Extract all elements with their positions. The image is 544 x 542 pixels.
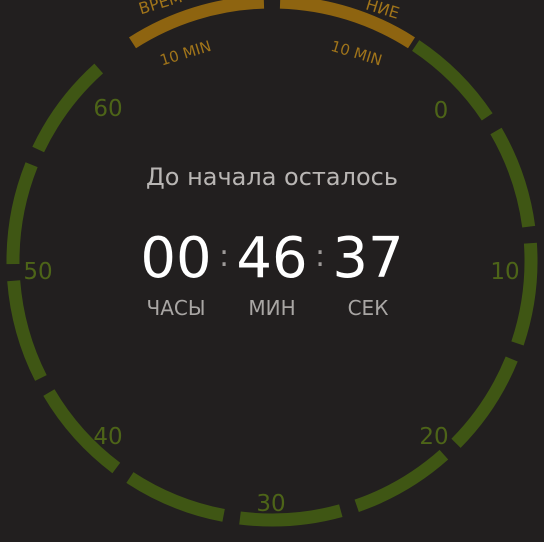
- left-window-duration: 10 MIN: [158, 37, 213, 70]
- countdown-headline: До начала осталось: [146, 163, 398, 191]
- dial-segment-10: [32, 63, 104, 153]
- minute-label-40: 40: [93, 424, 122, 450]
- minutes-label: МИН: [248, 296, 296, 320]
- minute-label-20: 20: [419, 424, 448, 450]
- minute-label-0: 0: [434, 98, 449, 124]
- time-separator: :: [314, 238, 326, 274]
- dial-segment-0: [412, 40, 493, 121]
- hours-value: 00: [140, 226, 212, 291]
- minute-label-60: 60: [93, 96, 122, 122]
- minute-label-30: 30: [256, 491, 285, 517]
- right-window-duration: 10 MIN: [329, 37, 384, 70]
- timer-unit-labels: ЧАСЫ МИН СЕК: [0, 296, 544, 320]
- time-window-labels: ВРЕМ 10 MIN НИЕ 10 MIN: [136, 0, 401, 69]
- time-separator: :: [218, 238, 230, 274]
- hours-label: ЧАСЫ: [146, 296, 206, 320]
- dial-segment-6: [126, 472, 225, 522]
- seconds-label: СЕК: [347, 296, 389, 320]
- seconds-value: 37: [332, 226, 404, 291]
- countdown-timer: 00 : 46 : 37: [0, 224, 544, 294]
- dial-segment-4: [354, 449, 449, 512]
- dial-segment-5: [239, 504, 343, 527]
- dial-segment-3: [451, 356, 518, 448]
- minutes-value: 46: [236, 226, 308, 291]
